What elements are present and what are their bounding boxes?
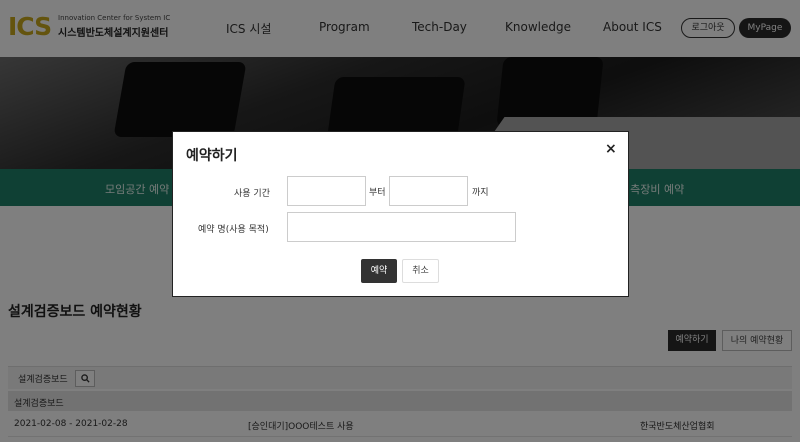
start-date-input[interactable] [287,176,366,206]
page: ICS Innovation Center for System IC 시스템반… [0,0,800,442]
to-label: 까지 [472,188,489,198]
cancel-button[interactable]: 취소 [402,259,439,283]
purpose-input[interactable] [287,212,516,242]
close-icon[interactable]: × [605,141,617,157]
from-label: 부터 [369,188,386,198]
reservation-modal: 예약하기 × 사용 기간 부터 까지 예약 명(사용 목적) 예약 취소 [172,131,629,297]
purpose-label: 예약 명(사용 목적) [198,225,269,235]
period-label: 사용 기간 [234,189,270,199]
modal-title: 예약하기 [186,148,238,164]
submit-reservation-button[interactable]: 예약 [361,259,397,283]
end-date-input[interactable] [389,176,468,206]
